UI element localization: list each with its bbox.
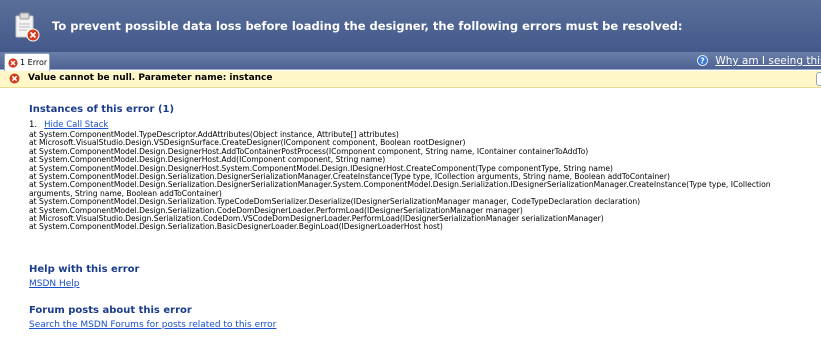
instance-item: 1. Hide Call Stack: [29, 120, 108, 130]
scroll-handle[interactable]: [816, 72, 821, 86]
msdn-help-link[interactable]: MSDN Help: [29, 279, 80, 289]
tab-errors[interactable]: 1 Error: [4, 53, 50, 71]
clipboard-error-icon: [13, 12, 41, 42]
why-seeing-link[interactable]: ? Why am I seeing this page: [697, 55, 821, 69]
svg-text:?: ?: [700, 57, 705, 66]
banner-message: To prevent possible data loss before loa…: [52, 19, 683, 33]
error-summary-text: Value cannot be null. Parameter name: in…: [28, 73, 273, 83]
tab-label: 1 Error: [20, 58, 48, 67]
forum-heading: Forum posts about this error: [29, 305, 192, 316]
error-icon: [9, 73, 20, 87]
instances-heading: Instances of this error (1): [29, 104, 175, 115]
error-summary-bar: Value cannot be null. Parameter name: in…: [0, 71, 821, 88]
stack-frame: at System.ComponentModel.Design.Serializ…: [29, 180, 771, 198]
forum-section: Forum posts about this error Search the …: [29, 305, 276, 330]
instance-number: 1.: [29, 120, 38, 130]
error-banner: To prevent possible data loss before loa…: [0, 0, 821, 53]
error-details: Instances of this error (1) 1. Hide Call …: [29, 104, 809, 330]
help-heading: Help with this error: [29, 264, 140, 275]
help-icon: ?: [697, 55, 711, 69]
stack-frame: at System.ComponentModel.Design.Serializ…: [29, 222, 443, 232]
why-link-text: Why am I seeing this page: [715, 55, 821, 67]
hide-call-stack-link[interactable]: Hide Call Stack: [44, 120, 108, 130]
call-stack: at System.ComponentModel.TypeDescriptor.…: [29, 130, 809, 232]
help-section: Help with this error MSDN Help: [29, 264, 140, 289]
msdn-forums-link[interactable]: Search the MSDN Forums for posts related…: [29, 320, 276, 330]
